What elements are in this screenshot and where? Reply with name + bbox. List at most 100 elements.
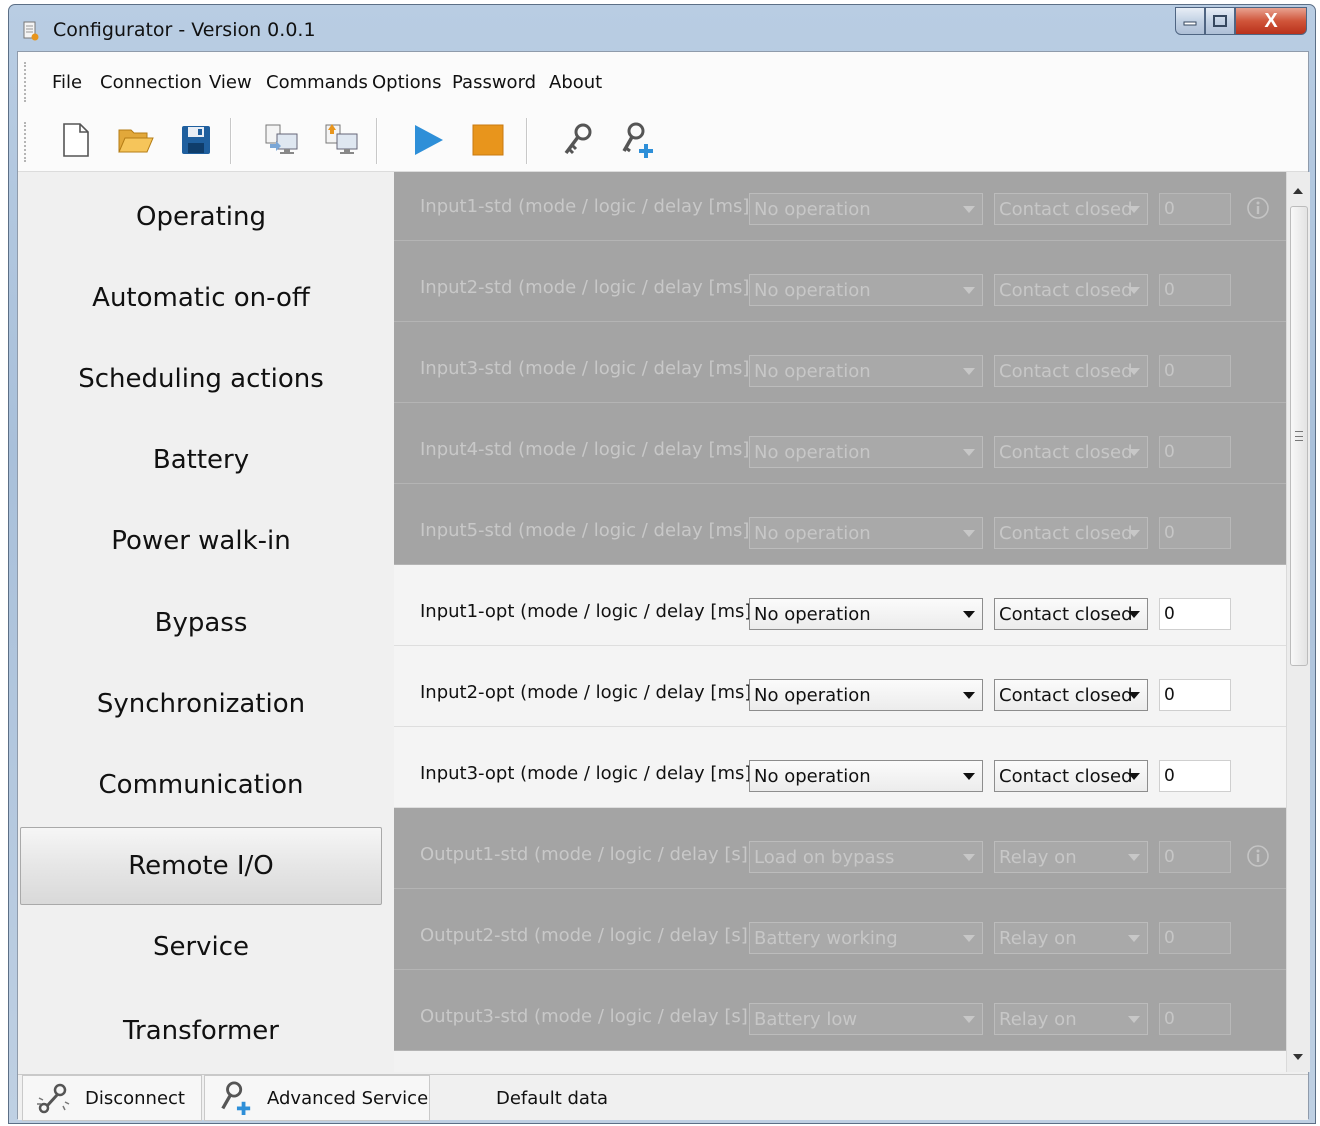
mode-value: No operation [754,280,871,301]
nav-transformer[interactable]: Transformer [20,992,382,1070]
nav-operating[interactable]: Operating [20,178,382,256]
info-icon[interactable] [1246,844,1270,868]
logic-dropdown[interactable]: Relay on [994,841,1148,873]
logic-dropdown[interactable]: Contact closed [994,193,1148,225]
logic-dropdown[interactable]: Contact closed [994,517,1148,549]
vertical-scrollbar[interactable] [1286,172,1310,1072]
mode-dropdown[interactable]: No operation [749,436,983,468]
mode-dropdown[interactable]: Load on bypass [749,841,983,873]
delay-input[interactable]: 0 [1159,679,1231,711]
mode-dropdown[interactable]: No operation [749,679,983,711]
app-window: Configurator - Version 0.0.1 X File Conn… [8,4,1316,1124]
nav-communication[interactable]: Communication [20,746,382,824]
read-device-button[interactable] [262,120,302,160]
status-message: Default data [496,1087,609,1109]
delay-input[interactable]: 0 [1159,274,1231,306]
chevron-down-icon [1128,449,1140,456]
add-user-button[interactable] [618,120,658,160]
disconnect-button[interactable]: Disconnect [22,1075,202,1121]
delay-input[interactable]: 0 [1159,517,1231,549]
logic-dropdown[interactable]: Contact closed [994,355,1148,387]
io-settings-panel: Input1-std (mode / logic / delay [ms]) No… [394,172,1286,1072]
info-icon[interactable] [1246,196,1270,220]
setting-row: Output1-std (mode / logic / delay [s]) Lo… [394,808,1286,889]
close-button[interactable]: X [1235,7,1307,35]
open-button[interactable] [116,120,156,160]
logic-dropdown[interactable]: Relay on [994,1003,1148,1035]
delay-input[interactable]: 0 [1159,760,1231,792]
delay-input[interactable]: 0 [1159,436,1231,468]
toolbar [18,110,1308,172]
setting-row: Input3-opt (mode / logic / delay [ms]) No… [394,727,1286,808]
thumb-grip-icon [1295,431,1303,441]
chevron-down-icon [963,854,975,861]
delay-input[interactable]: 0 [1159,355,1231,387]
save-button[interactable] [176,120,216,160]
mode-dropdown[interactable]: No operation [749,193,983,225]
chevron-down-icon [963,449,975,456]
setting-label: Output1-std (mode / logic / delay [s]) [420,844,755,865]
menu-grip[interactable] [24,62,28,102]
maximize-button[interactable] [1205,7,1235,35]
nav-bypass[interactable]: Bypass [20,584,382,662]
nav-power-walk-in[interactable]: Power walk-in [20,502,382,580]
scroll-thumb[interactable] [1290,206,1308,666]
delay-input[interactable]: 0 [1159,841,1231,873]
delay-input[interactable]: 0 [1159,598,1231,630]
logic-dropdown[interactable]: Relay on [994,922,1148,954]
new-file-button[interactable] [56,120,96,160]
advanced-service-button[interactable]: Advanced Service [204,1075,430,1121]
play-icon [415,125,443,155]
nav-automatic-on-off[interactable]: Automatic on-off [20,259,382,337]
logic-value: Relay on [999,847,1077,868]
nav-synchronization[interactable]: Synchronization [20,665,382,743]
nav-scheduling-actions[interactable]: Scheduling actions [20,340,382,418]
mode-value: No operation [754,361,871,382]
menu-commands[interactable]: Commands [266,72,368,93]
nav-remote-io[interactable]: Remote I/O [20,827,382,905]
open-folder-icon [118,129,154,153]
mode-value: No operation [754,685,871,706]
write-device-button[interactable] [322,120,362,160]
menu-view[interactable]: View [209,72,252,93]
chevron-down-icon [963,206,975,213]
nav-battery[interactable]: Battery [20,421,382,499]
mode-dropdown[interactable]: No operation [749,760,983,792]
chevron-down-icon [1128,1016,1140,1023]
mode-dropdown[interactable]: No operation [749,517,983,549]
window-title: Configurator - Version 0.0.1 [53,19,316,41]
delay-input[interactable]: 0 [1159,1003,1231,1035]
mode-dropdown[interactable]: Battery low [749,1003,983,1035]
delay-input[interactable]: 0 [1159,922,1231,954]
scroll-up-icon[interactable] [1293,188,1303,194]
delay-input[interactable]: 0 [1159,193,1231,225]
title-bar[interactable]: Configurator - Version 0.0.1 X [9,5,1315,51]
menu-password[interactable]: Password [452,72,536,93]
chevron-down-icon [963,287,975,294]
logic-dropdown[interactable]: Contact closed [994,274,1148,306]
mode-dropdown[interactable]: No operation [749,598,983,630]
menu-about[interactable]: About [549,72,602,93]
nav-service[interactable]: Service [20,908,382,986]
mode-dropdown[interactable]: No operation [749,355,983,387]
minimize-button[interactable] [1175,7,1205,35]
password-button[interactable] [558,120,598,160]
logic-dropdown[interactable]: Contact closed [994,679,1148,711]
chevron-down-icon [1128,773,1140,780]
menu-connection[interactable]: Connection [100,72,202,93]
chevron-down-icon [1128,854,1140,861]
scroll-down-icon[interactable] [1293,1054,1303,1060]
logic-dropdown[interactable]: Contact closed [994,598,1148,630]
chevron-down-icon [1128,287,1140,294]
stop-button[interactable] [468,120,508,160]
start-button[interactable] [408,120,448,160]
chevron-down-icon [1128,530,1140,537]
menu-options[interactable]: Options [372,72,441,93]
setting-label: Input2-std (mode / logic / delay [ms]) [420,277,757,298]
toolbar-grip[interactable] [24,122,28,162]
mode-dropdown[interactable]: Battery working [749,922,983,954]
mode-dropdown[interactable]: No operation [749,274,983,306]
menu-file[interactable]: File [52,72,82,93]
logic-dropdown[interactable]: Contact closed [994,436,1148,468]
logic-dropdown[interactable]: Contact closed [994,760,1148,792]
